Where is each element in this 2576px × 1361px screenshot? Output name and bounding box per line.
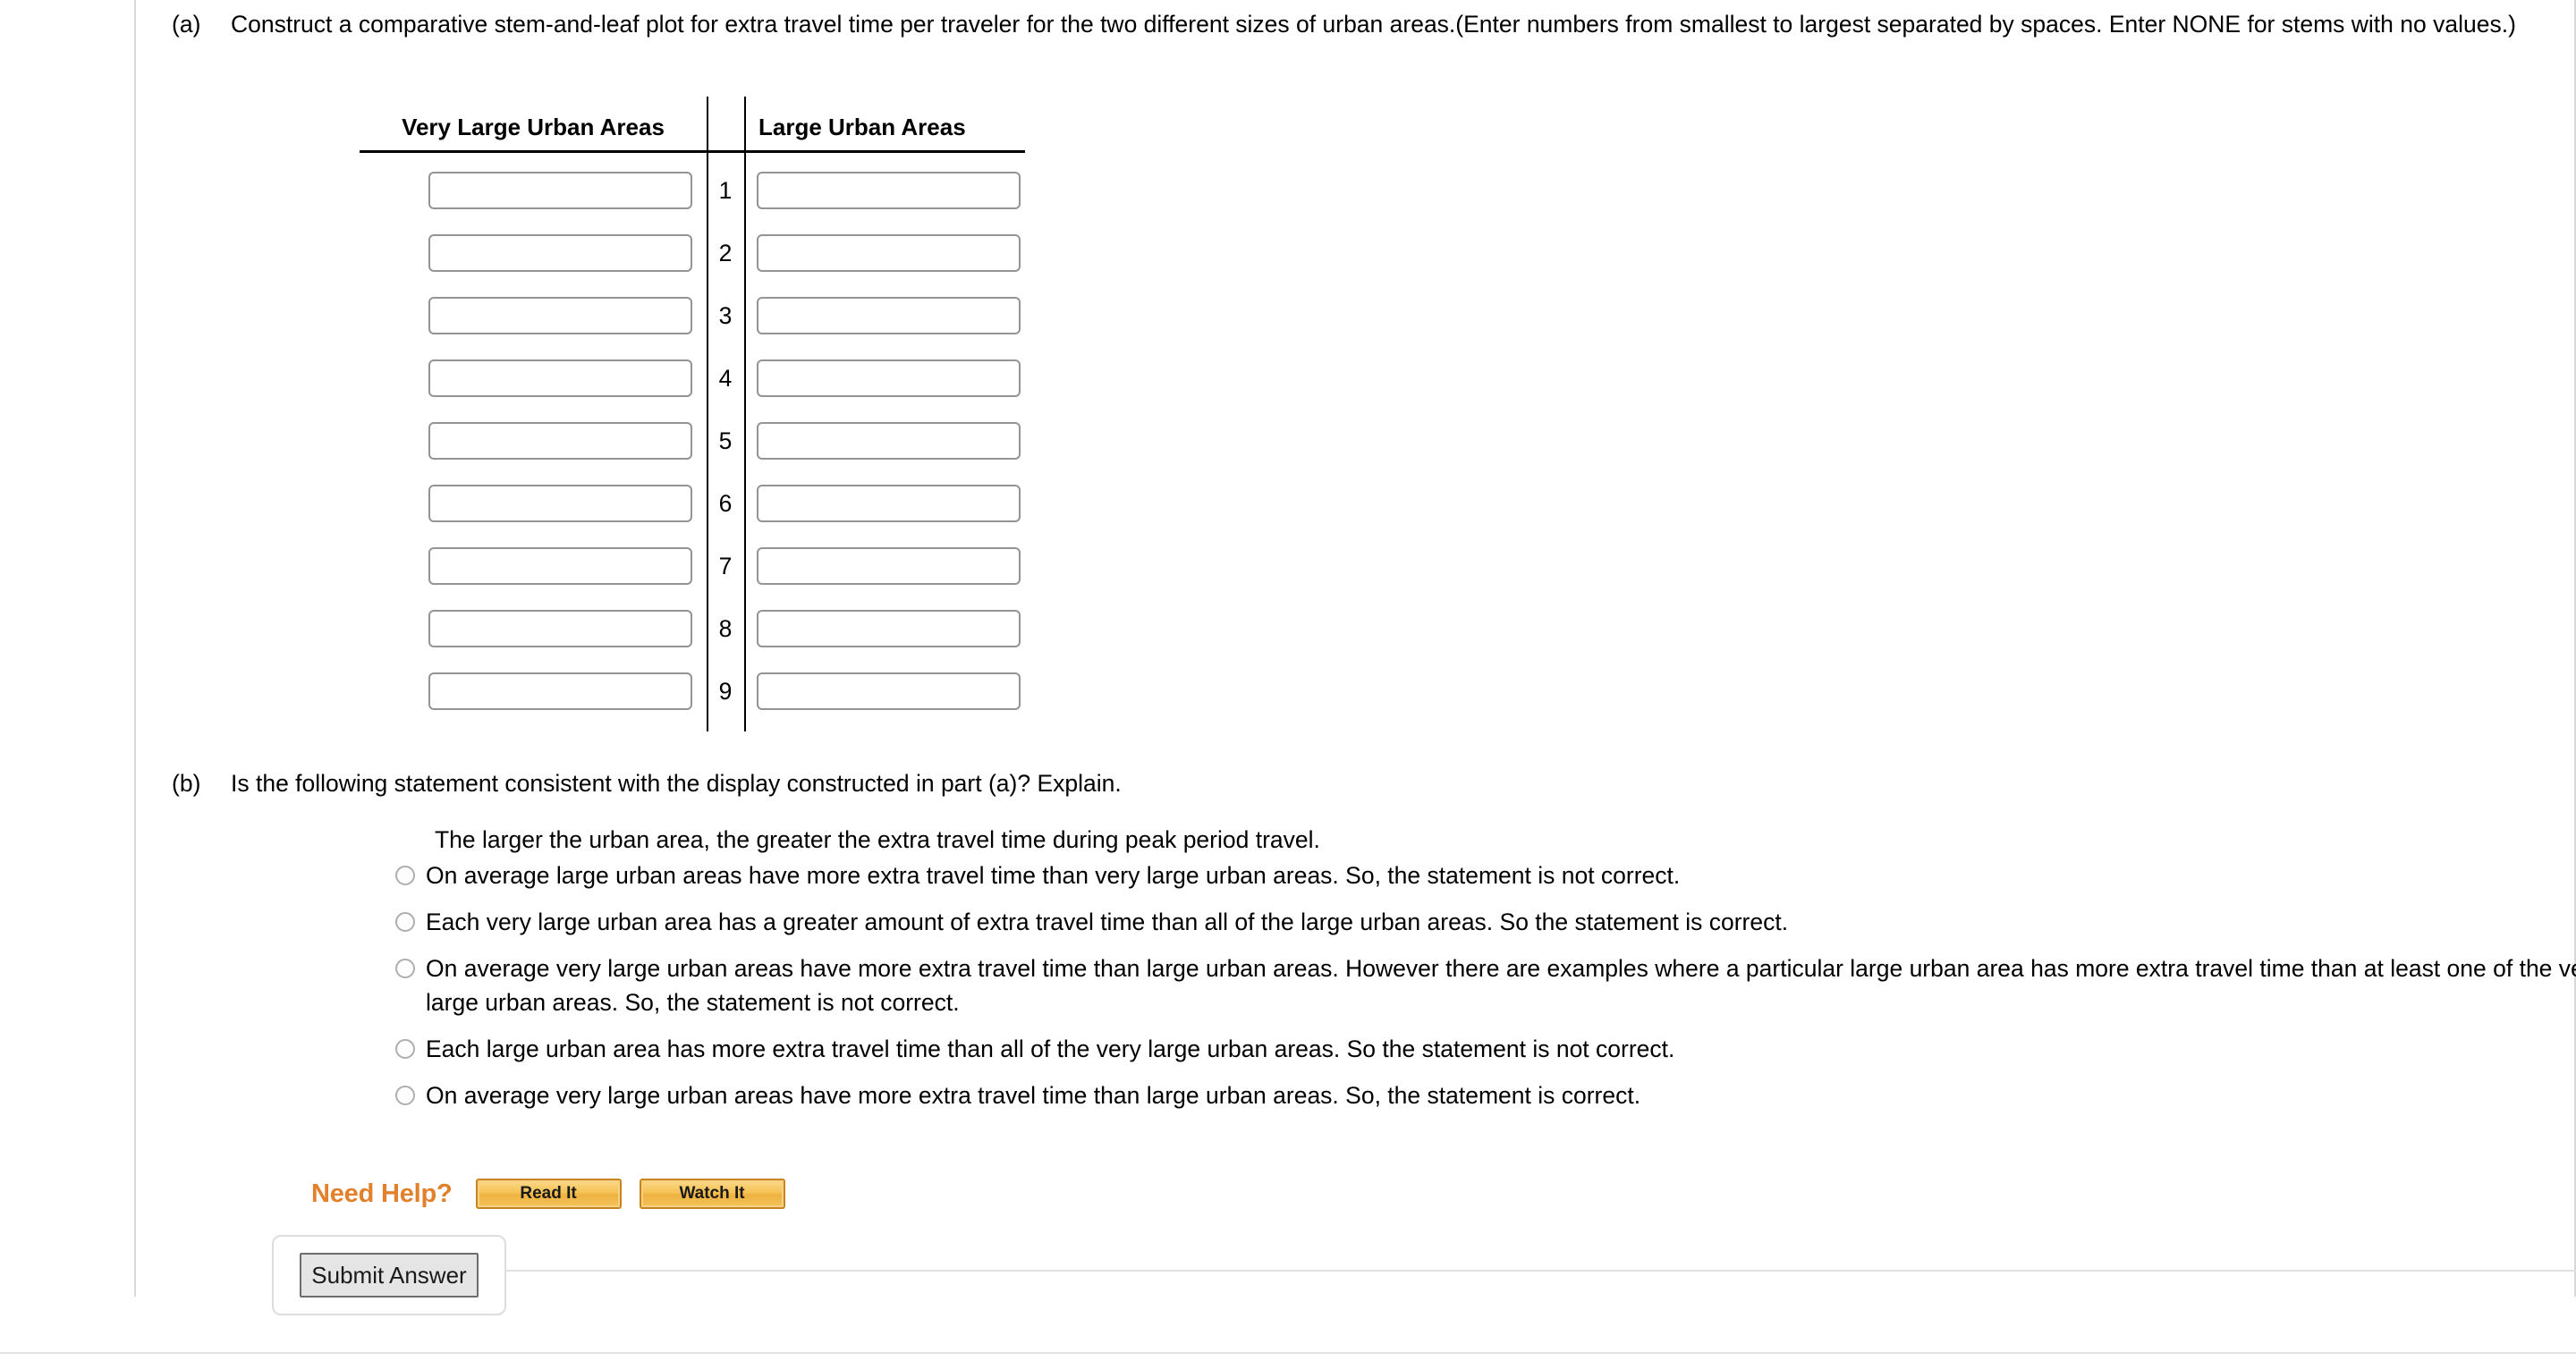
answer-option[interactable]: On average very large urban areas have m… [395,1078,2576,1112]
large-leaf-cell [744,547,1039,585]
very-large-leaf-input[interactable] [428,610,692,647]
part-a: (a) Construct a comparative stem-and-lea… [172,7,2533,41]
stem-row: 4 [360,347,1039,410]
statement-text: The larger the urban area, the greater t… [435,826,1320,853]
stem-value: 5 [718,427,733,454]
very-large-leaf-input[interactable] [428,172,692,209]
part-b-label: (b) [172,770,201,797]
submit-divider-rule [506,1270,2576,1272]
stem-value: 1 [718,176,733,204]
stem-row: 6 [360,472,1039,535]
part-b: (b) Is the following statement consisten… [172,766,2533,800]
answer-option-label: Each large urban area has more extra tra… [426,1036,1675,1062]
large-leaf-cell [744,359,1039,397]
stem-value: 4 [718,364,733,392]
submit-card: Submit Answer [272,1235,506,1315]
stem-value: 2 [718,239,733,266]
answer-option[interactable]: Each large urban area has more extra tra… [395,1032,2576,1066]
large-leaf-cell [744,172,1039,209]
large-leaf-input[interactable] [757,172,1021,209]
large-leaf-input[interactable] [757,672,1021,710]
read-it-button[interactable]: Read It [475,1179,622,1209]
large-leaf-input[interactable] [757,359,1021,397]
stem-value: 3 [718,301,733,329]
very-large-leaf-cell [360,172,707,209]
stem-row: 5 [360,410,1039,472]
stem-row: 2 [360,222,1039,284]
page-bottom-rule [0,1352,2576,1354]
header-stem-column [719,141,739,147]
large-leaf-input[interactable] [757,422,1021,460]
stem-value: 9 [718,677,733,705]
very-large-leaf-input[interactable] [428,297,692,334]
very-large-leaf-cell [360,485,707,522]
very-large-leaf-cell [360,359,707,397]
stem-row: 8 [360,597,1039,660]
stem-and-leaf-table: Very Large Urban Areas Large Urban Areas… [360,97,1046,731]
large-leaf-input[interactable] [757,610,1021,647]
watch-it-button[interactable]: Watch It [639,1179,785,1209]
header-large-urban-areas: Large Urban Areas [758,114,966,140]
large-leaf-cell [744,422,1039,460]
very-large-leaf-input[interactable] [428,422,692,460]
stem-value: 6 [718,489,733,517]
large-leaf-input[interactable] [757,547,1021,585]
very-large-leaf-cell [360,422,707,460]
stem-and-leaf-header-row: Very Large Urban Areas Large Urban Areas [360,97,1046,147]
submit-answer-button[interactable]: Submit Answer [300,1253,479,1298]
answer-option[interactable]: On average large urban areas have more e… [395,858,2576,892]
large-leaf-cell [744,485,1039,522]
stem-row: 9 [360,660,1039,723]
large-leaf-cell [744,672,1039,710]
stem-and-leaf-rows: 1 2 3 4 5 6 7 8 9 [360,159,1039,723]
very-large-leaf-cell [360,234,707,272]
answer-option[interactable]: On average very large urban areas have m… [395,951,2576,1019]
part-b-text: Is the following statement consistent wi… [231,770,1122,797]
large-leaf-input[interactable] [757,234,1021,272]
very-large-leaf-input[interactable] [428,672,692,710]
need-help-section: Need Help? Read It Watch It [311,1179,803,1209]
very-large-leaf-input[interactable] [428,359,692,397]
very-large-leaf-cell [360,672,707,710]
question-panel: (a) Construct a comparative stem-and-lea… [134,0,2576,1315]
very-large-leaf-input[interactable] [428,234,692,272]
need-help-label: Need Help? [311,1179,453,1208]
very-large-leaf-input[interactable] [428,547,692,585]
very-large-leaf-cell [360,547,707,585]
large-leaf-input[interactable] [757,297,1021,334]
answer-option-label: On average large urban areas have more e… [426,862,1681,889]
answer-options-list: On average large urban areas have more e… [395,858,2576,1125]
part-a-label: (a) [172,11,201,38]
stem-row: 7 [360,535,1039,597]
stem-row: 3 [360,284,1039,347]
large-leaf-input[interactable] [757,485,1021,522]
answer-option-label: On average very large urban areas have m… [426,1082,1641,1109]
stem-value: 7 [718,552,733,579]
stem-row: 1 [360,159,1039,222]
very-large-leaf-input[interactable] [428,485,692,522]
large-leaf-cell [744,234,1039,272]
very-large-leaf-cell [360,610,707,647]
answer-option[interactable]: Each very large urban area has a greater… [395,905,2576,939]
stem-value: 8 [718,614,733,642]
answer-option-label: On average very large urban areas have m… [426,955,2576,1016]
very-large-leaf-cell [360,297,707,334]
answer-option-label: Each very large urban area has a greater… [426,909,1789,935]
large-leaf-cell [744,610,1039,647]
header-gap-left [707,141,719,147]
header-very-large-urban-areas: Very Large Urban Areas [402,114,665,140]
header-underline [360,150,1025,153]
part-a-text: Construct a comparative stem-and-leaf pl… [231,11,2516,38]
large-leaf-cell [744,297,1039,334]
